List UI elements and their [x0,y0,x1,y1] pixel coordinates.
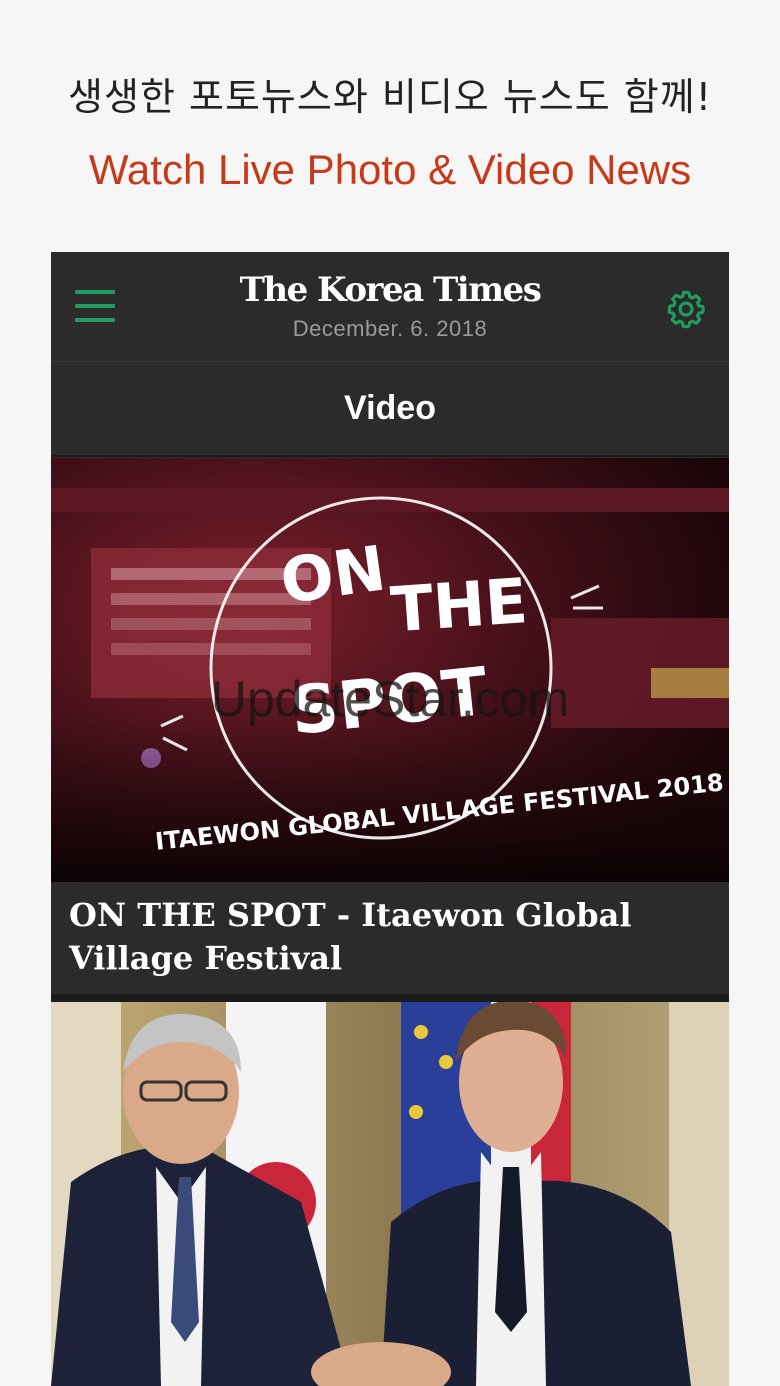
card-divider [51,994,729,1002]
gear-icon[interactable] [665,288,707,330]
section-title: Video [344,389,436,427]
article-photo[interactable] [51,1002,729,1386]
thumbnail-text-on: ON [276,531,390,618]
article-card[interactable] [51,1002,729,1386]
article-card[interactable]: ON THE SPOT ITAEWON GLOBAL VILLAGE FESTI… [51,458,729,994]
app-header: The Korea Times December. 6. 2018 [51,252,729,362]
promo-headline-korean: 생생한 포토뉴스와 비디오 뉴스도 함께! [68,75,712,119]
app-screen: The Korea Times December. 6. 2018 Video [51,252,729,1386]
brand-logo[interactable]: The Korea Times [51,270,729,310]
section-header: Video [51,363,729,457]
article-title[interactable]: ON THE SPOT - Itaewon Global Village Fes… [51,882,729,994]
thumbnail-text-the: THE [388,564,529,646]
header-date: December. 6. 2018 [292,316,488,341]
promo-headline-english: Watch Live Photo & Video News [88,146,692,193]
article-thumbnail[interactable]: ON THE SPOT ITAEWON GLOBAL VILLAGE FESTI… [51,458,729,882]
